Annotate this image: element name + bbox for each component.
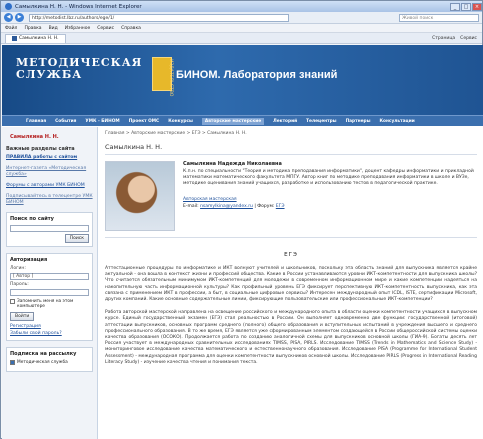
close-button[interactable]: × xyxy=(472,2,482,11)
email-label: E-mail: xyxy=(183,204,199,209)
tab-bar: Самылкина Н. Н. Страница Сервис xyxy=(1,33,482,44)
page-title: Самылкина Н. Н. xyxy=(105,143,163,151)
login-heading: Авторизация xyxy=(10,257,48,263)
top-navigation: Главная События УМК - БИНОМ Проект ОМС К… xyxy=(2,115,483,126)
ie-logo-icon xyxy=(5,3,12,10)
sidebar-link-rules[interactable]: ПРАВИЛА работы с сайтом xyxy=(6,155,93,161)
remember-me-label: Запомнить меня на этом компьютере xyxy=(17,299,74,309)
checkbox-checked-icon xyxy=(10,360,15,365)
address-bar: ◀ ▶ http://metodist.lbz.ru/authors/ege/1… xyxy=(1,12,482,24)
window-controls: _ □ × xyxy=(449,2,482,11)
maximize-button[interactable]: □ xyxy=(461,2,471,11)
sidebar-link-forums[interactable]: Форумы с авторами УМК БИНОМ xyxy=(6,183,93,189)
menu-view[interactable]: Вид xyxy=(49,26,58,31)
register-link[interactable]: Регистрация xyxy=(10,324,89,330)
nav-item-lectures[interactable]: Лекторий xyxy=(273,119,297,124)
author-name: Самылкина Надежда Николаевна xyxy=(183,161,282,167)
subscribe-box: Подписка на рассылку Методическая служба xyxy=(6,347,93,372)
subscribe-heading: Подписка на рассылку xyxy=(10,351,77,357)
nav-item-home[interactable]: Главная xyxy=(26,119,46,124)
subscribe-checkbox[interactable]: Методическая служба xyxy=(10,360,89,365)
author-workshop-link[interactable]: Авторская мастерская xyxy=(183,197,477,202)
window-title: Самылкина Н. Н. - Windows Internet Explo… xyxy=(15,3,142,10)
nav-item-telecenters[interactable]: Телецентры xyxy=(306,119,336,124)
divider xyxy=(105,154,477,155)
login-box: Авторизация Логин: [ Автор ] Пароль: Зап… xyxy=(6,253,93,341)
url-input[interactable]: http://metodist.lbz.ru/authors/ege/1/ xyxy=(29,13,289,22)
checkbox-icon xyxy=(10,299,15,304)
author-description: К.п.н. по специальности "Теория и методи… xyxy=(183,169,474,186)
tab-label: Самылкина Н. Н. xyxy=(19,35,59,41)
publisher-name: БИНОМ. Лаборатория знаний xyxy=(176,69,338,81)
password-label: Пароль: xyxy=(10,282,29,287)
nav-item-workshops[interactable]: Авторские мастерские xyxy=(201,117,265,125)
favicon-icon xyxy=(12,36,17,41)
search-input[interactable]: Живой поиск xyxy=(399,13,479,22)
divider xyxy=(105,237,477,238)
site-search-box: Поиск по сайту Поиск xyxy=(6,212,93,247)
command-bar: Страница Сервис xyxy=(432,36,482,41)
sidebar-title: Самылкина Н. Н. xyxy=(10,134,59,140)
page-menu[interactable]: Страница xyxy=(432,36,455,41)
back-arrow-icon[interactable]: ◀ xyxy=(4,13,13,22)
page-content: МЕТОДИЧЕСКАЯ СЛУЖБА ИЗДАТЕЛЬСТВО БИНОМ. … xyxy=(2,45,483,439)
nav-item-consultations[interactable]: Консультации xyxy=(379,119,414,124)
author-card: Самылкина Надежда Николаевна К.п.н. по с… xyxy=(105,161,477,233)
menu-bar: Файл Правка Вид Избранное Сервис Справка xyxy=(1,24,482,33)
menu-tools[interactable]: Сервис xyxy=(97,26,114,31)
nav-item-umk[interactable]: УМК - БИНОМ xyxy=(85,119,119,124)
browser-window: Самылкина Н. Н. - Windows Internet Explo… xyxy=(0,0,483,439)
login-button[interactable]: Войти xyxy=(10,312,35,321)
article-paragraph: Работа авторской мастерской направлена н… xyxy=(105,310,477,365)
author-photo xyxy=(105,161,175,231)
forward-arrow-icon[interactable]: ▶ xyxy=(15,13,24,22)
menu-edit[interactable]: Правка xyxy=(24,26,41,31)
sidebar: Самылкина Н. Н. Важные разделы сайта ПРА… xyxy=(2,127,98,439)
tools-menu[interactable]: Сервис xyxy=(460,36,477,41)
nav-item-project[interactable]: Проект ОМС xyxy=(129,119,160,124)
author-contacts: E-mail: nsamylkina@yandex.ru | Форум: ЕГ… xyxy=(183,204,285,209)
menu-favorites[interactable]: Избранное xyxy=(65,26,91,31)
sidebar-sections-heading: Важные разделы сайта xyxy=(6,146,75,152)
title-bar: Самылкина Н. Н. - Windows Internet Explo… xyxy=(1,1,482,12)
site-title-line2: СЛУЖБА xyxy=(16,68,83,81)
imprint-label: ИЗДАТЕЛЬСТВО xyxy=(168,59,173,97)
author-info: Самылкина Надежда Николаевна К.п.н. по с… xyxy=(183,161,477,233)
article-title: ЕГЭ xyxy=(284,252,298,258)
nav-item-events[interactable]: События xyxy=(55,119,76,124)
remember-me-checkbox[interactable]: Запомнить меня на этом компьютере xyxy=(10,299,89,309)
sidebar-link-subscribe-telecenter[interactable]: Подписывайтесь в телецентре УМК БИНОМ xyxy=(6,194,93,206)
breadcrumb[interactable]: Главная > Авторские мастерские > ЕГЭ > С… xyxy=(105,131,477,136)
article-paragraph: Аттестационные процедуры по информатике … xyxy=(105,266,477,303)
site-search-button[interactable]: Поиск xyxy=(64,234,89,243)
subscribe-option-label: Методическая служба xyxy=(17,360,68,365)
author-forum-link[interactable]: ЕГЭ xyxy=(276,204,285,209)
nav-item-contests[interactable]: Конкурсы xyxy=(168,119,193,124)
main-content: Главная > Авторские мастерские > ЕГЭ > С… xyxy=(105,131,477,439)
login-label: Логин: xyxy=(10,266,26,271)
nav-item-partners[interactable]: Партнеры xyxy=(346,119,371,124)
forgot-password-link[interactable]: Забыли свой пароль? xyxy=(10,331,89,337)
site-search-heading: Поиск по сайту xyxy=(10,216,54,222)
author-email-link[interactable]: nsamylkina@yandex.ru xyxy=(200,204,253,209)
site-logo[interactable]: МЕТОДИЧЕСКАЯ СЛУЖБА xyxy=(16,57,142,81)
sidebar-link-newspaper[interactable]: Интернет-газета «Методическая служба» xyxy=(6,166,93,178)
menu-help[interactable]: Справка xyxy=(121,26,141,31)
site-search-input[interactable] xyxy=(10,225,89,232)
site-banner: МЕТОДИЧЕСКАЯ СЛУЖБА ИЗДАТЕЛЬСТВО БИНОМ. … xyxy=(2,45,483,115)
forum-label: Форум: xyxy=(257,204,275,209)
password-field[interactable] xyxy=(10,289,89,296)
tab-active[interactable]: Самылкина Н. Н. xyxy=(5,33,66,43)
menu-file[interactable]: Файл xyxy=(5,26,17,31)
minimize-button[interactable]: _ xyxy=(450,2,460,11)
login-field[interactable]: [ Автор ] xyxy=(10,273,89,280)
